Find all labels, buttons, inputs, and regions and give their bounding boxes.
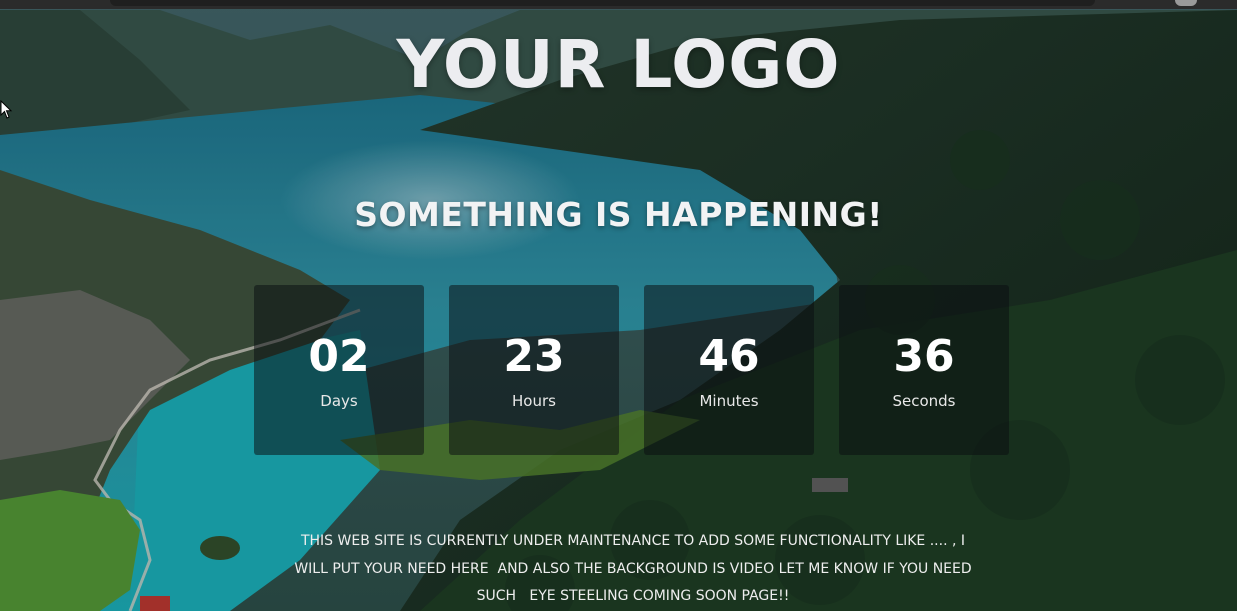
coming-soon-content: YOUR LOGO SOMETHING IS HAPPENING! 02 Day… [0,0,1237,611]
countdown-timer: 02 Days 23 Hours 46 Minutes 36 Seconds [254,285,1014,455]
mouse-pointer-icon [0,100,13,119]
notice-line: THIS WEB SITE IS CURRENTLY UNDER MAINTEN… [300,533,966,549]
countdown-days: 02 Days [254,285,424,455]
countdown-label: Seconds [892,392,956,410]
countdown-label: Hours [512,392,556,410]
maintenance-notice: THIS WEB SITE IS CURRENTLY UNDER MAINTEN… [248,528,1018,611]
countdown-label: Days [320,392,358,410]
countdown-value: 36 [893,331,955,382]
notice-line: WILL PUT YOUR NEED HERE AND ALSO THE BAC… [294,560,972,577]
address-bar[interactable] [110,0,1095,6]
browser-top-bar [0,0,1237,9]
site-logo[interactable]: YOUR LOGO [0,26,1237,103]
countdown-seconds: 36 Seconds [839,285,1009,455]
page-headline: SOMETHING IS HAPPENING! [354,195,883,234]
countdown-minutes: 46 Minutes [644,285,814,455]
countdown-label: Minutes [699,392,759,410]
notice-line: SUCH EYE STEELING COMING SOON PAGE!! [476,588,790,604]
countdown-value: 46 [698,331,760,382]
profile-icon[interactable] [1175,0,1197,6]
countdown-value: 02 [308,331,370,382]
countdown-value: 23 [503,331,565,382]
countdown-hours: 23 Hours [449,285,619,455]
